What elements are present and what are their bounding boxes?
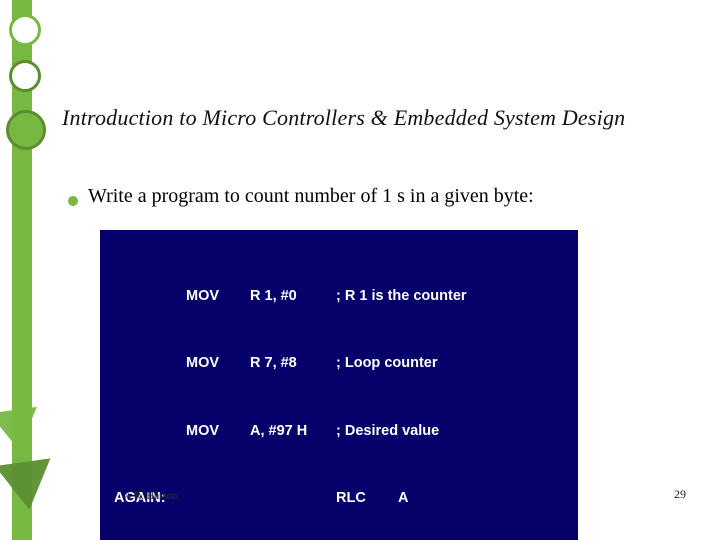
code-label (114, 420, 186, 442)
decor-chevron-icon (0, 458, 57, 513)
code-arg: A, #97 H (250, 420, 336, 442)
bullet-text: Write a program to count number of 1 s i… (88, 185, 534, 208)
decor-circle-filled-icon (6, 110, 46, 150)
code-comment: ; R 1 is the counter (336, 285, 564, 307)
slide: Introduction to Micro Controllers & Embe… (0, 0, 720, 540)
code-label (114, 285, 186, 307)
bullet-item: Write a program to count number of 1 s i… (68, 185, 680, 208)
footer-page-number: 29 (674, 487, 686, 502)
code-row: MOV A, #97 H ; Desired value (114, 420, 564, 442)
code-comment: ; Desired value (336, 420, 564, 442)
code-op: MOV (186, 352, 250, 374)
code-arg: A (398, 487, 408, 509)
decor-stripe (12, 0, 32, 540)
code-op: MOV (186, 285, 250, 307)
decor-circle-icon (9, 14, 41, 46)
code-right: RLCA (336, 487, 564, 509)
decor-circle-icon (9, 60, 41, 92)
bullet-icon (68, 196, 78, 206)
code-row: MOV R 1, #0 ; R 1 is the counter (114, 285, 564, 307)
left-decor (0, 0, 48, 540)
code-arg (250, 487, 336, 509)
code-arg: R 7, #8 (250, 352, 336, 374)
decor-chevron-icon (0, 407, 43, 453)
code-op (186, 487, 250, 509)
code-op: RLC (336, 487, 398, 509)
code-label (114, 352, 186, 374)
code-row: AGAIN: RLCA (114, 487, 564, 509)
slide-title: Introduction to Micro Controllers & Embe… (62, 105, 625, 131)
code-comment: ; Loop counter (336, 352, 564, 374)
code-op: MOV (186, 420, 250, 442)
footer-author: A.R. Hurson (124, 491, 177, 502)
code-row: MOV R 7, #8 ; Loop counter (114, 352, 564, 374)
code-arg: R 1, #0 (250, 285, 336, 307)
